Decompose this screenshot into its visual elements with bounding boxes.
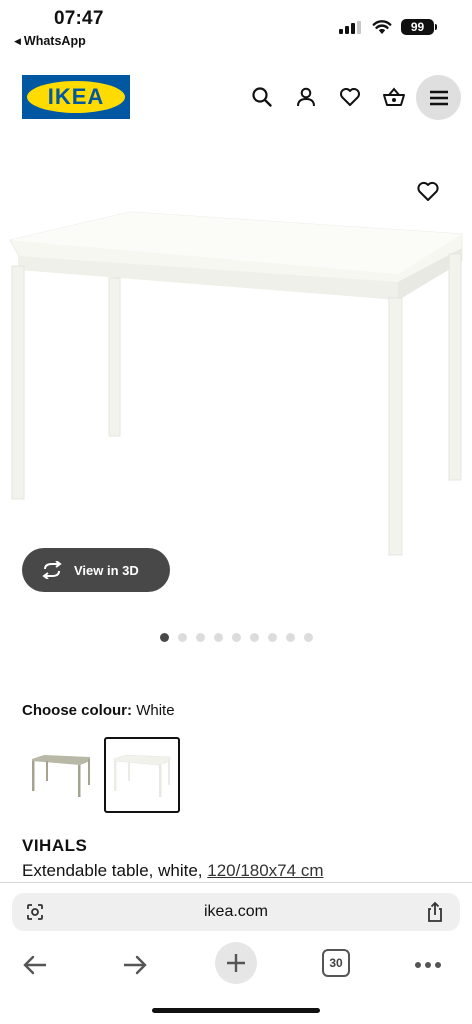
cellular-signal-icon xyxy=(339,21,361,34)
basket-icon[interactable] xyxy=(382,85,406,109)
gallery-dot[interactable] xyxy=(160,633,169,642)
new-tab-button[interactable] xyxy=(215,942,257,984)
logo-oval: IKEA xyxy=(27,81,125,113)
selected-colour-value: White xyxy=(136,702,175,719)
colour-swatch-grey-green[interactable] xyxy=(22,737,98,813)
address-bar[interactable]: ikea.com xyxy=(12,893,460,931)
hamburger-icon xyxy=(429,90,448,105)
choose-colour-heading: Choose colour: xyxy=(22,702,133,719)
share-icon[interactable] xyxy=(424,901,446,923)
product-name: VIHALS xyxy=(22,836,88,855)
gallery-dot[interactable] xyxy=(232,633,241,642)
clock: 07:47 xyxy=(54,8,104,29)
back-triangle-icon: ◀ xyxy=(14,35,21,46)
status-bar: 07:47 ◀ WhatsApp 99 xyxy=(0,0,472,56)
battery-indicator: 99 xyxy=(401,19,434,35)
gallery-dot[interactable] xyxy=(304,633,313,642)
gallery-dot[interactable] xyxy=(268,633,277,642)
product-description-text: Extendable table, white, xyxy=(22,861,208,880)
url-text: ikea.com xyxy=(203,903,269,920)
back-to-app-link[interactable]: ◀ WhatsApp xyxy=(14,34,86,48)
ikea-logo[interactable]: IKEA xyxy=(22,75,130,119)
back-arrow-icon[interactable] xyxy=(15,945,55,985)
heart-icon[interactable] xyxy=(338,85,362,109)
logo-text: IKEA xyxy=(47,84,105,109)
choose-colour-label: Choose colour: White xyxy=(22,702,175,719)
tabs-button[interactable]: 30 xyxy=(322,949,350,977)
view-in-3d-button[interactable]: View in 3D xyxy=(22,548,170,592)
gallery-pagination xyxy=(160,633,313,642)
plus-icon xyxy=(227,954,245,972)
product-image[interactable] xyxy=(0,140,472,610)
menu-button[interactable] xyxy=(416,75,461,120)
search-icon[interactable] xyxy=(250,85,274,109)
gallery-dot[interactable] xyxy=(178,633,187,642)
account-icon[interactable] xyxy=(294,85,318,109)
site-header: IKEA xyxy=(0,72,472,122)
gallery-dot[interactable] xyxy=(286,633,295,642)
view-in-3d-label: View in 3D xyxy=(74,562,139,578)
back-app-label: WhatsApp xyxy=(23,34,86,48)
forward-arrow-icon[interactable] xyxy=(115,945,155,985)
gallery-dot[interactable] xyxy=(214,633,223,642)
product-size-link[interactable]: 120/180x74 cm xyxy=(207,861,323,880)
gallery-dot[interactable] xyxy=(250,633,259,642)
favourite-heart-icon[interactable] xyxy=(416,180,440,204)
colour-swatch-white[interactable] xyxy=(104,737,180,813)
gallery-dot[interactable] xyxy=(196,633,205,642)
more-options-icon[interactable] xyxy=(408,945,448,985)
battery-tip xyxy=(435,24,437,30)
home-indicator xyxy=(152,1008,320,1013)
wifi-icon xyxy=(372,20,392,34)
browser-toolbar: ikea.com 30 xyxy=(0,882,472,1024)
product-description: Extendable table, white, 120/180x74 cm xyxy=(22,861,323,881)
rotate-3d-icon xyxy=(42,561,62,579)
